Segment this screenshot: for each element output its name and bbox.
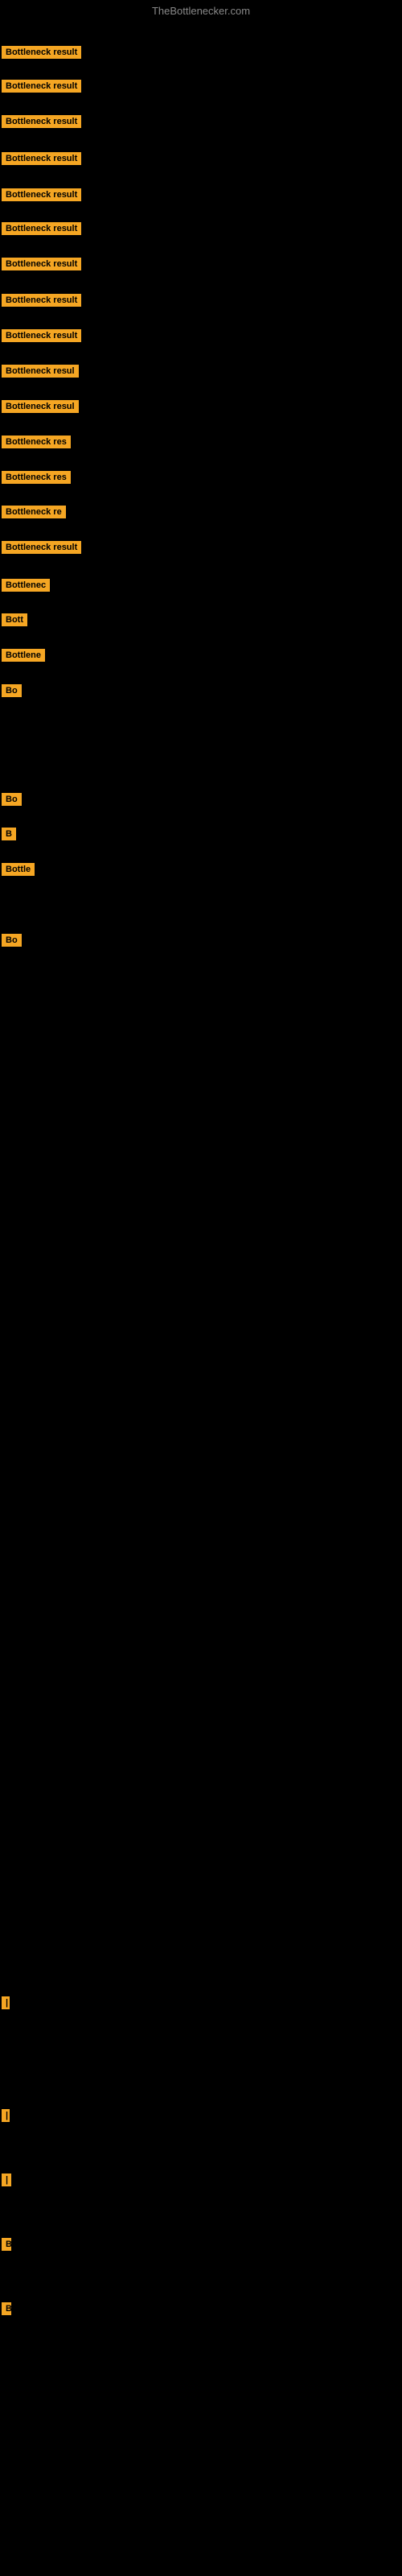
bottleneck-badge-4[interactable]: Bottleneck result <box>2 188 81 205</box>
bottleneck-badge-27[interactable]: B <box>2 2302 11 2319</box>
bottleneck-badge-10[interactable]: Bottleneck resul <box>2 400 79 417</box>
bottleneck-badge-16[interactable]: Bott <box>2 613 27 630</box>
bottleneck-badge-13[interactable]: Bottleneck re <box>2 506 66 522</box>
bottleneck-badge-17[interactable]: Bottlene <box>2 649 45 666</box>
bottleneck-badge-22[interactable]: Bo <box>2 934 22 951</box>
bottleneck-badge-0[interactable]: Bottleneck result <box>2 46 81 63</box>
bottleneck-badge-12[interactable]: Bottleneck res <box>2 471 71 488</box>
bottleneck-badge-8[interactable]: Bottleneck result <box>2 329 81 346</box>
bottleneck-badge-19[interactable]: Bo <box>2 793 22 810</box>
bottleneck-badge-15[interactable]: Bottlenec <box>2 579 50 596</box>
bottleneck-badge-23[interactable]: | <box>2 1996 8 2013</box>
bottleneck-badge-14[interactable]: Bottleneck result <box>2 541 81 558</box>
bottleneck-badge-18[interactable]: Bo <box>2 684 22 701</box>
bottleneck-badge-6[interactable]: Bottleneck result <box>2 258 81 275</box>
bottleneck-badge-2[interactable]: Bottleneck result <box>2 115 81 132</box>
bottleneck-badge-20[interactable]: B <box>2 828 16 844</box>
bottleneck-badge-24[interactable]: | <box>2 2109 8 2126</box>
bottleneck-badge-5[interactable]: Bottleneck result <box>2 222 81 239</box>
bottleneck-badge-1[interactable]: Bottleneck result <box>2 80 81 97</box>
bottleneck-badge-21[interactable]: Bottle <box>2 863 35 880</box>
site-title: TheBottlenecker.com <box>0 0 402 22</box>
bottleneck-badge-7[interactable]: Bottleneck result <box>2 294 81 311</box>
bottleneck-badge-3[interactable]: Bottleneck result <box>2 152 81 169</box>
bottleneck-badge-25[interactable]: | <box>2 2174 11 2190</box>
bottleneck-badge-11[interactable]: Bottleneck res <box>2 436 71 452</box>
bottleneck-badge-9[interactable]: Bottleneck resul <box>2 365 79 382</box>
bottleneck-badge-26[interactable]: B <box>2 2238 11 2255</box>
